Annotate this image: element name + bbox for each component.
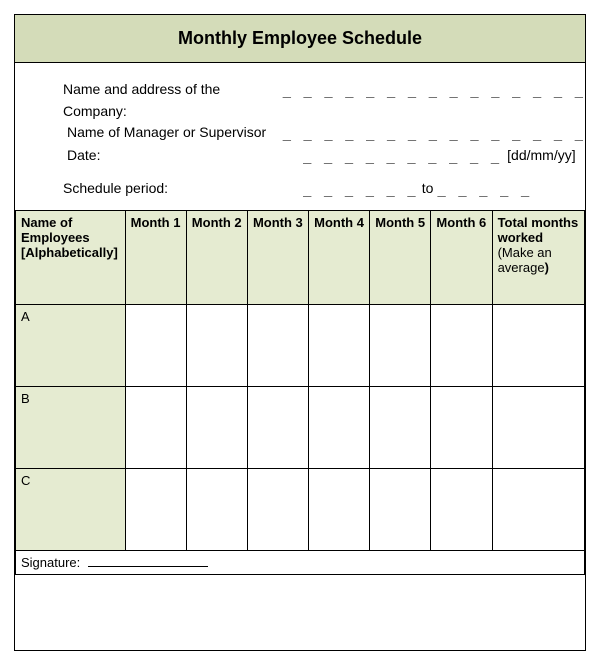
date-label: Date:: [63, 145, 303, 167]
header-m1-text: Month 1: [131, 215, 181, 230]
period-from-blank[interactable]: _ _ _ _ _ _: [303, 179, 418, 201]
company-label: Name and address of the Company:: [63, 79, 283, 122]
header-month-5: Month 5: [370, 211, 431, 305]
cell-a-m6[interactable]: [431, 305, 492, 387]
cell-b-m2[interactable]: [186, 387, 247, 469]
cell-c-total[interactable]: [492, 469, 584, 551]
cell-b-m6[interactable]: [431, 387, 492, 469]
total-line1: Total months worked: [498, 215, 579, 245]
info-block: Name and address of the Company: _ _ _ _…: [15, 63, 585, 210]
spacer: [63, 168, 585, 178]
employee-name-a[interactable]: A: [16, 305, 126, 387]
cell-a-m2[interactable]: [186, 305, 247, 387]
cell-c-m1[interactable]: [125, 469, 186, 551]
cell-b-total[interactable]: [492, 387, 584, 469]
period-to-label: to: [422, 178, 434, 200]
schedule-table: Name of Employees [Alphabetically] Month…: [15, 210, 585, 575]
company-row: Name and address of the Company: _ _ _ _…: [63, 79, 585, 122]
period-label: Schedule period:: [63, 178, 303, 200]
title-bar: Monthly Employee Schedule: [15, 15, 585, 63]
date-hint: [dd/mm/yy]: [507, 145, 575, 167]
header-m2-text: Month 2: [192, 215, 242, 230]
date-blank-line[interactable]: _ _ _ _ _ _ _ _ _ _: [303, 146, 501, 168]
period-to-blank[interactable]: _ _ _ _ _: [437, 179, 531, 201]
table-row: C: [16, 469, 585, 551]
manager-blank-line[interactable]: _ _ _ _ _ _ _ _ _ _ _ _ _ _ _: [283, 123, 585, 145]
document-title: Monthly Employee Schedule: [178, 28, 422, 48]
manager-row: Name of Manager or Supervisor _ _ _ _ _ …: [63, 122, 585, 145]
cell-b-m5[interactable]: [370, 387, 431, 469]
signature-line[interactable]: [88, 566, 208, 567]
cell-a-m1[interactable]: [125, 305, 186, 387]
cell-c-m6[interactable]: [431, 469, 492, 551]
cell-b-m1[interactable]: [125, 387, 186, 469]
total-sub-paren: ): [545, 260, 549, 275]
date-row: Date: _ _ _ _ _ _ _ _ _ _ [dd/mm/yy]: [63, 145, 585, 168]
header-month-4: Month 4: [309, 211, 370, 305]
header-m4-text: Month 4: [314, 215, 364, 230]
table-row: B: [16, 387, 585, 469]
cell-c-m3[interactable]: [247, 469, 308, 551]
cell-c-m4[interactable]: [309, 469, 370, 551]
header-name-text: Name of Employees [Alphabetically]: [21, 215, 118, 260]
table-row: A: [16, 305, 585, 387]
cell-b-m3[interactable]: [247, 387, 308, 469]
header-total: Total months worked (Make an average): [492, 211, 584, 305]
cell-a-m4[interactable]: [309, 305, 370, 387]
header-row: Name of Employees [Alphabetically] Month…: [16, 211, 585, 305]
employee-name-c[interactable]: C: [16, 469, 126, 551]
cell-a-total[interactable]: [492, 305, 584, 387]
header-m5-text: Month 5: [375, 215, 425, 230]
cell-c-m5[interactable]: [370, 469, 431, 551]
company-blank-line[interactable]: _ _ _ _ _ _ _ _ _ _ _ _ _ _ _: [283, 80, 585, 102]
signature-label: Signature:: [21, 555, 80, 570]
document-container: Monthly Employee Schedule Name and addre…: [14, 14, 586, 651]
cell-a-m3[interactable]: [247, 305, 308, 387]
header-month-3: Month 3: [247, 211, 308, 305]
signature-row: Signature:: [16, 551, 585, 575]
cell-a-m5[interactable]: [370, 305, 431, 387]
header-month-2: Month 2: [186, 211, 247, 305]
header-name: Name of Employees [Alphabetically]: [16, 211, 126, 305]
cell-b-m4[interactable]: [309, 387, 370, 469]
cell-c-m2[interactable]: [186, 469, 247, 551]
period-row: Schedule period: _ _ _ _ _ _ to _ _ _ _ …: [63, 178, 585, 201]
header-m3-text: Month 3: [253, 215, 303, 230]
header-m6-text: Month 6: [436, 215, 486, 230]
header-month-1: Month 1: [125, 211, 186, 305]
employee-name-b[interactable]: B: [16, 387, 126, 469]
signature-cell: Signature:: [16, 551, 585, 575]
header-month-6: Month 6: [431, 211, 492, 305]
manager-label: Name of Manager or Supervisor: [63, 122, 283, 144]
